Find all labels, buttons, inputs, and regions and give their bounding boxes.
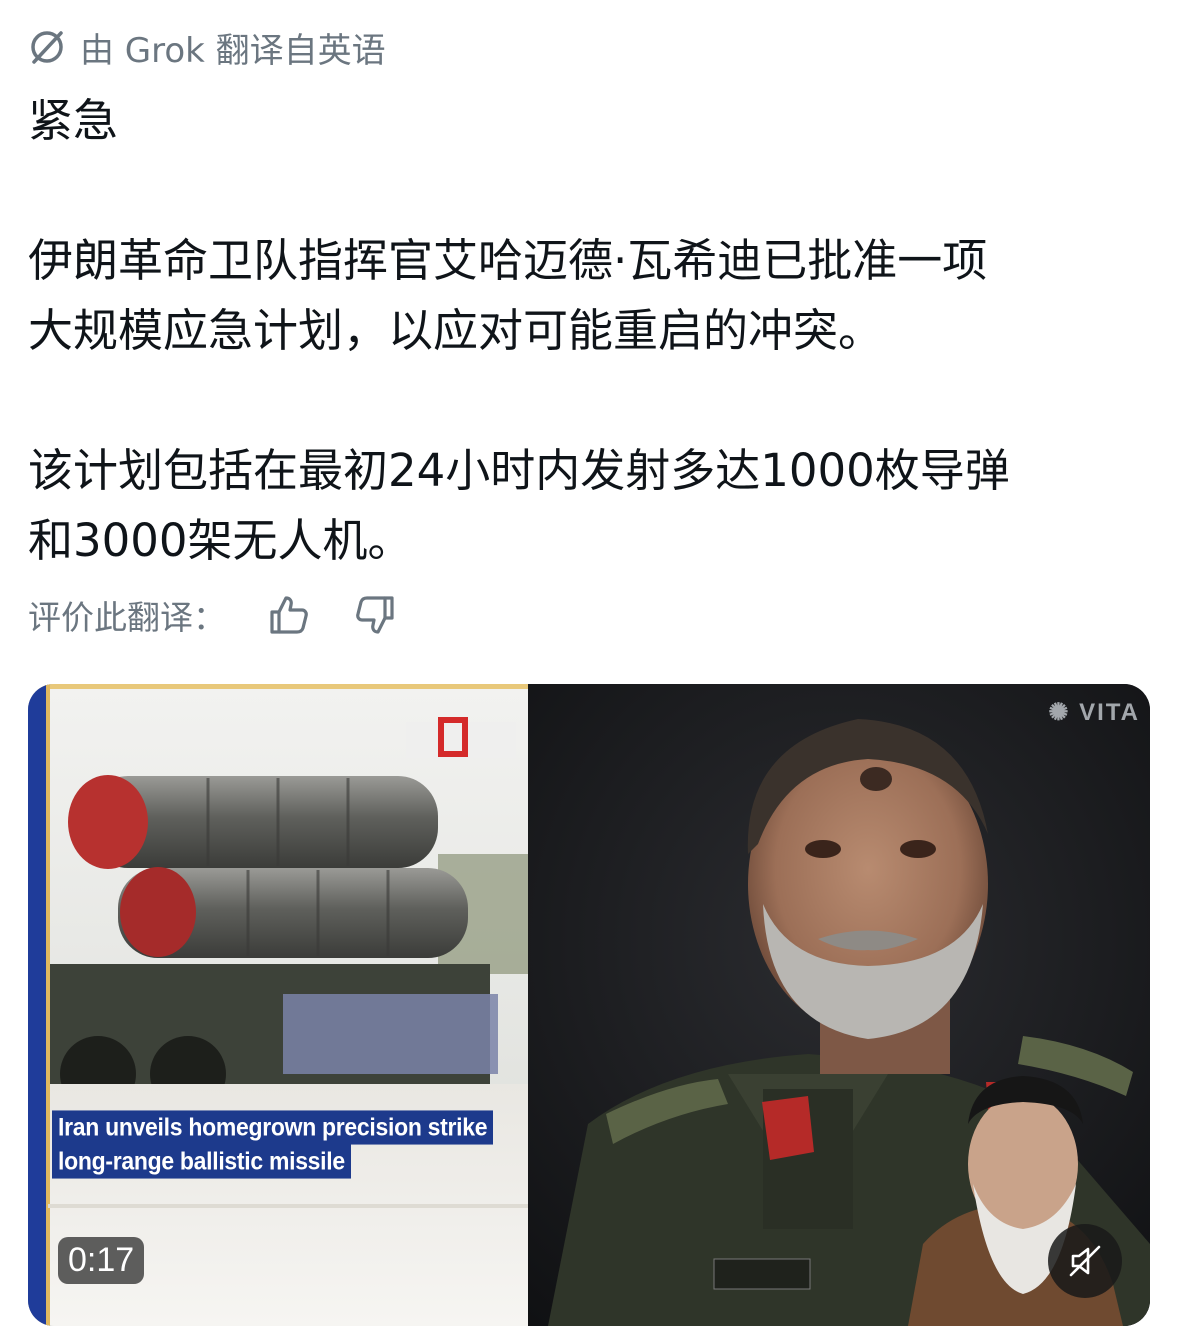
video-thumbnail: [28, 684, 1150, 1326]
translate-slash-icon: [31, 31, 63, 64]
video-duration-badge: 0:17: [58, 1237, 145, 1284]
thumbs-up-icon[interactable]: [266, 592, 312, 638]
mute-toggle-button[interactable]: [1048, 1224, 1122, 1298]
muted-speaker-icon: [1069, 1245, 1101, 1277]
rate-translation-label: 评价此翻译：: [28, 598, 226, 637]
translation-notice-text: 由 Grok 翻译自英语: [80, 30, 386, 71]
video-player[interactable]: Iran unveils homegrown precision strike …: [28, 684, 1150, 1326]
post-detail: 由 Grok 翻译自英语 紧急 伊朗革命卫队指挥官艾哈迈德·瓦希迪已批准一项 大…: [0, 0, 1179, 1329]
news-caption-line-2: long-range ballistic missile: [52, 1144, 351, 1179]
rate-translation: 评价此翻译：: [28, 588, 398, 642]
post-paragraph-1-line-2: 大规模应急计划，以应对可能重启的冲突。: [28, 304, 884, 357]
post-heading: 紧急: [28, 94, 119, 147]
post-paragraph-2-line-1: 该计划包括在最初24小时内发射多达1000枚导弹: [28, 444, 1010, 497]
vita-watermark: ✺ VITA: [1048, 698, 1140, 727]
post-paragraph-1-line-1: 伊朗革命卫队指挥官艾哈迈德·瓦希迪已批准一项: [28, 234, 988, 287]
watermark-text: VITA: [1079, 699, 1140, 726]
translation-notice[interactable]: 由 Grok 翻译自英语: [28, 24, 386, 71]
news-caption-line-1: Iran unveils homegrown precision strike: [52, 1110, 494, 1145]
watermark-logo-icon: ✺: [1048, 699, 1080, 726]
post-paragraph-2-line-2: 和3000架无人机。: [28, 514, 413, 567]
post-body: 紧急 伊朗革命卫队指挥官艾哈迈德·瓦希迪已批准一项 大规模应急计划，以应对可能重…: [28, 86, 1148, 576]
thumbs-down-icon[interactable]: [352, 592, 398, 638]
